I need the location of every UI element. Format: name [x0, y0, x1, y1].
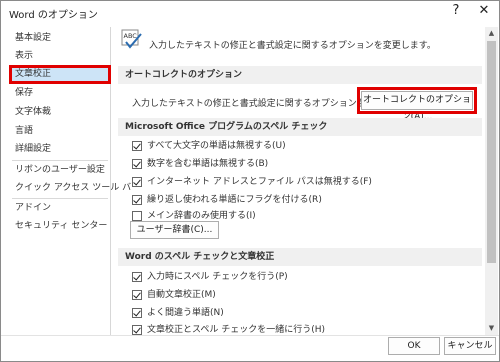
office-spelling-section-header: Microsoft Office プログラムのスペル チェック	[118, 118, 482, 136]
abc-proofing-icon: ABC	[121, 29, 143, 51]
intro-text: 入力したテキストの修正と書式設定に関するオプションを変更します。	[149, 41, 436, 51]
dialog-title: Word のオプション	[9, 10, 98, 21]
scroll-up-arrow-icon[interactable]: ▲	[485, 27, 498, 40]
checkbox-label: 繰り返し使われる単語にフラグを付ける(R)	[147, 195, 322, 205]
scroll-thumb[interactable]	[487, 41, 496, 263]
help-button[interactable]: ?	[447, 3, 465, 19]
checkbox-label: 文章校正とスペル チェックを一緒に行う(H)	[147, 325, 326, 335]
word-spelling-section-header: Word のスペル チェックと文章校正	[118, 248, 482, 266]
checkbox[interactable]	[132, 211, 142, 221]
autocorrect-section-header: オートコレクトのオプション	[118, 66, 482, 84]
sidebar-item-customize-ribbon[interactable]: リボンのユーザー設定	[10, 162, 110, 179]
checkbox[interactable]	[132, 308, 142, 318]
svg-text:ABC: ABC	[124, 32, 138, 40]
sidebar-divider	[12, 198, 108, 199]
checkbox[interactable]	[132, 159, 142, 169]
checkbox[interactable]	[132, 177, 142, 187]
sidebar-item-typography[interactable]: 文字体裁	[10, 104, 110, 121]
custom-dictionaries-button[interactable]: ユーザー辞書(C)...	[130, 221, 219, 239]
sidebar-divider	[12, 160, 108, 161]
sidebar-item-display[interactable]: 表示	[10, 48, 110, 65]
content-scrollbar[interactable]: ▲ ▼	[485, 27, 498, 335]
ok-button[interactable]: OK	[388, 337, 440, 355]
title-bar: Word のオプション ? ✕	[1, 1, 499, 23]
sidebar-item-quick-access-toolbar[interactable]: クイック アクセス ツール バー	[10, 180, 140, 197]
sidebar-item-general[interactable]: 基本設定	[10, 30, 110, 47]
close-button[interactable]: ✕	[475, 3, 493, 19]
checkbox-label: すべて大文字の単語は無視する(U)	[147, 141, 286, 151]
sidebar-item-save[interactable]: 保存	[10, 85, 110, 102]
checkbox-label: 数字を含む単語は無視する(B)	[147, 159, 269, 169]
checkbox[interactable]	[132, 325, 142, 335]
footer-divider	[1, 335, 499, 336]
scroll-down-arrow-icon[interactable]: ▼	[485, 322, 498, 335]
checkbox-label: よく間違う単語(N)	[147, 308, 224, 318]
sidebar-item-language[interactable]: 言語	[10, 123, 110, 140]
checkbox[interactable]	[132, 290, 142, 300]
proofing-content: ABC 入力したテキストの修正と書式設定に関するオプションを変更します。 オート…	[113, 27, 483, 335]
checkbox-label: インターネット アドレスとファイル パスは無視する(F)	[147, 177, 372, 187]
checkbox-label: 入力時にスペル チェックを行う(P)	[147, 272, 288, 282]
sidebar-item-proofing[interactable]: 文章校正	[9, 65, 111, 84]
checkbox[interactable]	[132, 195, 142, 205]
autocorrect-options-button[interactable]: オートコレクトのオプション(A)...	[357, 87, 477, 122]
options-sidebar: 基本設定 表示 文章校正 保存 文字体裁 言語 詳細設定 リボンのユーザー設定 …	[8, 27, 140, 335]
checkbox[interactable]	[132, 141, 142, 151]
sidebar-item-advanced[interactable]: 詳細設定	[10, 141, 110, 158]
sidebar-item-trust-center[interactable]: セキュリティ センター	[10, 218, 110, 235]
word-options-dialog: Word のオプション ? ✕ 基本設定 表示 文章校正 保存 文字体裁 言語 …	[0, 0, 500, 362]
cancel-button[interactable]: キャンセル	[444, 337, 496, 355]
sidebar-item-addins[interactable]: アドイン	[10, 200, 110, 217]
checkbox-label: 自動文章校正(M)	[147, 290, 216, 300]
checkbox[interactable]	[132, 272, 142, 282]
